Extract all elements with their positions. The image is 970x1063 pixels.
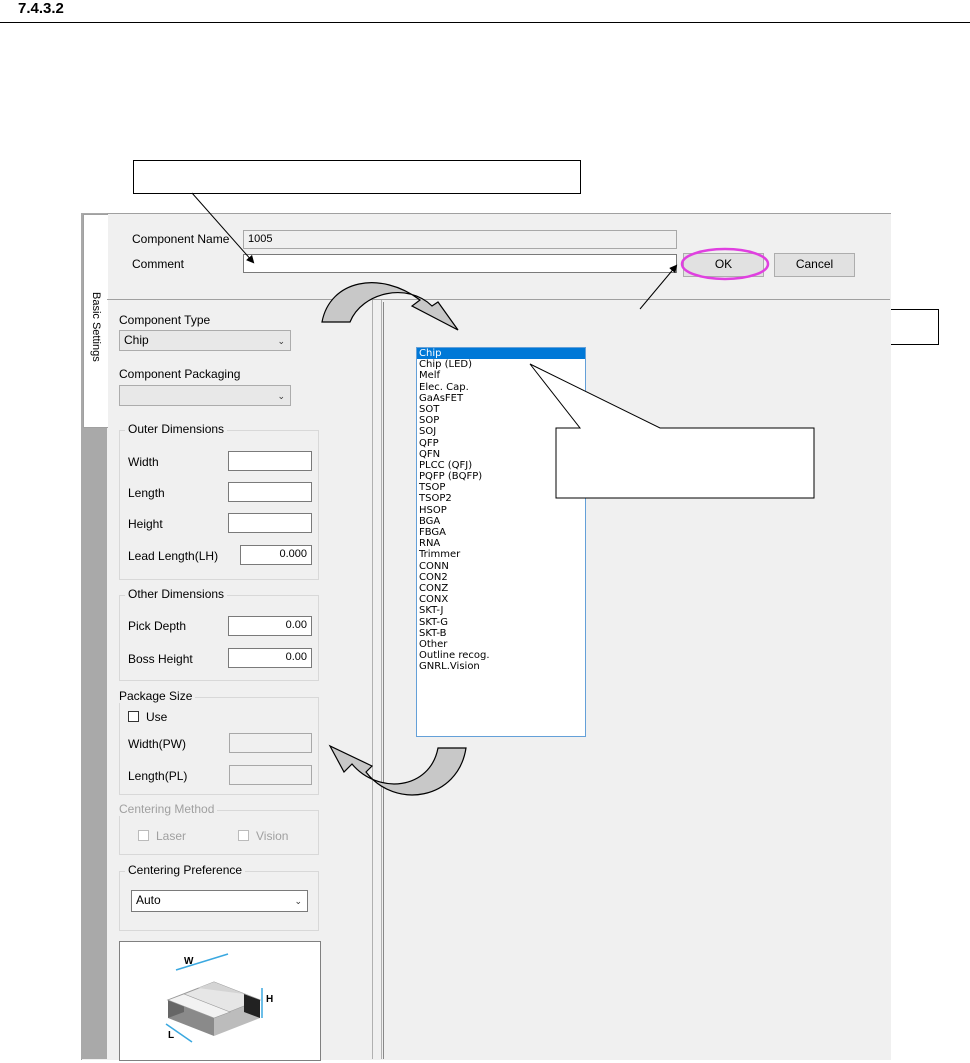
annotation-overlay [191,192,770,796]
